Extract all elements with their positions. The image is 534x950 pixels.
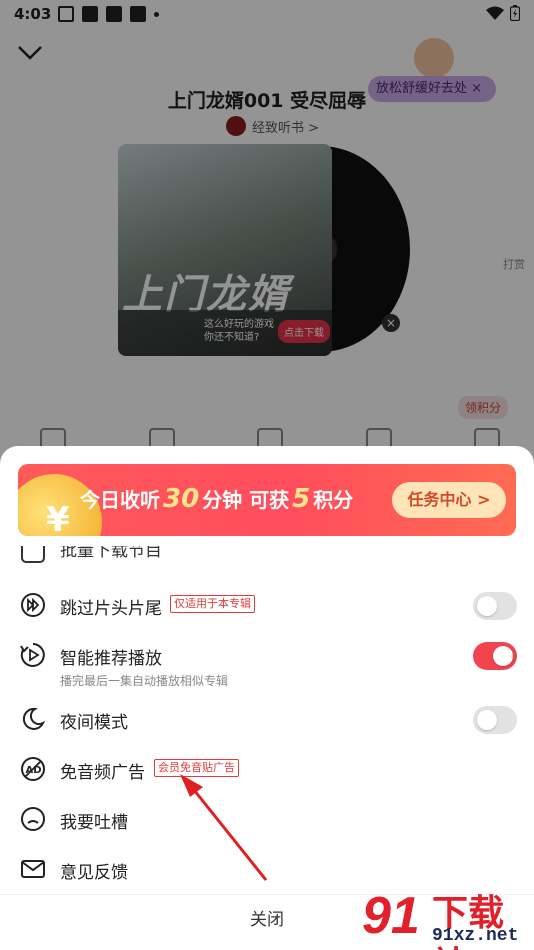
download-icon <box>21 546 45 563</box>
skip-forward-icon <box>21 593 45 617</box>
night-mode-toggle[interactable] <box>473 706 517 734</box>
vip-tag: 会员免音贴广告 <box>154 759 239 777</box>
smart-recommend-toggle[interactable] <box>473 642 517 670</box>
more-options-sheet: ¥ 今日收听 30 分钟 可获 5 积分 任务中心 > 批量下载节目 跳过片头片… <box>0 446 534 950</box>
banner-minutes: 30 <box>163 484 200 514</box>
setting-smart-recommend-play[interactable]: 智能推荐播放 播完最后一集自动播放相似专辑 <box>0 634 534 698</box>
setting-subtitle: 播完最后一集自动播放相似专辑 <box>60 674 229 688</box>
moon-icon <box>22 707 46 730</box>
no-ad-icon: AD <box>21 757 45 781</box>
setting-label: 跳过片头片尾 <box>60 599 162 619</box>
sad-face-icon <box>21 807 45 831</box>
watermark-url: 91xz.net <box>432 926 519 946</box>
toggle-knob <box>493 646 513 666</box>
autoplay-icon <box>20 643 45 667</box>
setting-label: 夜间模式 <box>60 713 128 733</box>
batch-download-label: 批量下载节目 <box>60 546 162 561</box>
album-only-tag: 仅适用于本专辑 <box>170 595 255 613</box>
watermark-logo: 91 <box>362 887 420 945</box>
skip-intro-toggle[interactable] <box>473 592 517 620</box>
setting-label: 智能推荐播放 <box>60 649 162 669</box>
task-center-button[interactable]: 任务中心 > <box>392 482 506 518</box>
banner-middle: 分钟 可获 <box>202 488 290 512</box>
banner-text: 今日收听 30 分钟 可获 5 积分 <box>80 484 353 514</box>
setting-skip-intro-outro[interactable]: 跳过片头片尾 仅适用于本专辑 <box>0 584 534 628</box>
banner-suffix: 积分 <box>313 488 354 512</box>
toggle-knob <box>477 596 497 616</box>
batch-download-row[interactable]: 批量下载节目 <box>20 546 500 568</box>
setting-label: 意见反馈 <box>60 863 128 883</box>
banner-prefix: 今日收听 <box>80 488 160 512</box>
setting-ad-free-audio[interactable]: AD 免音频广告 会员免音贴广告 <box>0 748 534 792</box>
setting-label: 免音频广告 <box>60 763 145 783</box>
yen-icon: ¥ <box>46 500 70 536</box>
setting-complain[interactable]: 我要吐槽 <box>0 798 534 842</box>
listen-reward-banner[interactable]: ¥ 今日收听 30 分钟 可获 5 积分 任务中心 > <box>18 464 516 536</box>
site-watermark: 91 下载站 91xz.net <box>362 884 534 950</box>
setting-label: 我要吐槽 <box>60 813 128 833</box>
setting-night-mode[interactable]: 夜间模式 <box>0 698 534 742</box>
mail-icon <box>21 860 45 878</box>
banner-points: 5 <box>292 484 311 514</box>
toggle-knob <box>477 710 497 730</box>
